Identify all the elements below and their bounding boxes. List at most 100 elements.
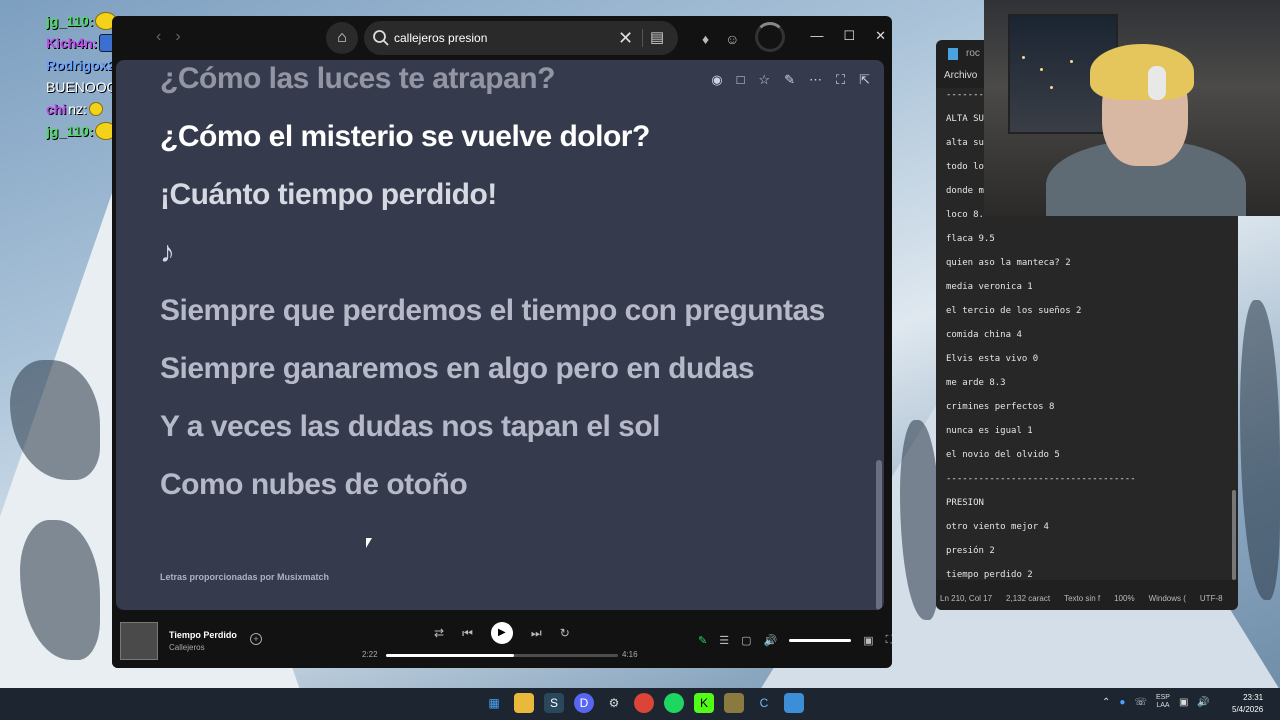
home-button[interactable]: ⌂ [326,22,358,54]
spotify-icon[interactable] [664,693,684,713]
chat-username: jg_110: [46,123,94,139]
lyric-line[interactable]: Siempre ganaremos en algo pero en dudas [160,352,755,386]
chat-username: Rodrigox2: [46,57,120,73]
lyric-line[interactable]: ¿Cómo las luces te atrapan? [160,62,555,96]
lyric-line[interactable]: ♪ [160,236,175,270]
language-indicator[interactable]: ESP LAA [1156,694,1170,710]
track-artist[interactable]: Callejeros [169,643,205,652]
chevron-up-icon[interactable]: ⌃ [1102,697,1110,708]
search-input[interactable]: callejeros presion [394,21,614,55]
browse-icon[interactable]: ▤ [650,28,664,46]
mouse-cursor-icon [366,538,372,548]
lyric-line-active[interactable]: ¿Cómo el misterio se vuelve dolor? [160,120,650,154]
start-menu-icon[interactable]: ▦ [484,693,504,713]
profile-avatar[interactable] [755,22,786,52]
notepad-line[interactable]: me arde 8.3 [946,378,1006,388]
lyric-line[interactable]: Y a veces las dudas nos tapan el sol [160,410,661,444]
notepad-line[interactable]: comida china 4 [946,330,1022,340]
chat-text: nz: [68,101,87,117]
microphone-icon[interactable]: ☏ [1134,697,1147,708]
notepad-line[interactable]: media veronica 1 [946,282,1033,292]
discord-icon[interactable]: D [574,693,594,713]
notepad-line[interactable]: PRESION [946,498,984,508]
steam-icon[interactable]: S [544,693,564,713]
game-launcher-icon[interactable] [724,693,744,713]
notepad-line[interactable]: flaca 9.5 [946,234,995,244]
back-arrow-icon[interactable]: ‹ [156,28,161,46]
lyrics-scrollbar[interactable] [876,460,882,610]
notepad-line[interactable]: tiempo perdido 2 [946,570,1033,580]
connect-device-icon[interactable]: ▢ [741,634,751,647]
notepad-line[interactable]: el tercio de los sueños 2 [946,306,1081,316]
mini-player-icon[interactable]: ▣ [863,634,873,647]
notepad-line[interactable]: otro viento mejor 4 [946,522,1049,532]
lyrics-toggle-icon[interactable]: ✎ [698,634,707,647]
time-current: 2:22 [362,650,378,659]
clock-date: 5/4/2026 [1232,705,1264,714]
clear-search-icon[interactable]: ✕ [618,28,633,49]
search-bar[interactable]: callejeros presion ✕ ▤ [364,21,678,55]
notepad-line[interactable]: ----------------------------------- [946,474,1136,484]
lang-code: ESP [1155,694,1170,701]
queue-icon[interactable]: ☰ [719,634,729,647]
chat-username: Kich4n: [46,35,98,51]
file-explorer-icon[interactable] [514,693,534,713]
nav-arrows: ‹ › [156,28,181,46]
notepad-line[interactable]: alta su [946,138,984,148]
volume-slider[interactable] [789,639,852,642]
notepad-line[interactable]: quien aso la manteca? 2 [946,258,1071,268]
fullscreen-icon[interactable]: ⇱ [859,72,870,88]
notepad-line[interactable]: todo lo [946,162,984,172]
speaker-icon[interactable]: 🔊 [1197,697,1209,708]
notepad-taskbar-icon[interactable] [784,693,804,713]
share-icon[interactable]: ☆ [758,72,770,88]
window-controls: — ☐ ✕ [810,28,886,44]
notepad-line[interactable]: presión 2 [946,546,995,556]
edit-icon[interactable]: ✎ [784,72,795,88]
notepad-line[interactable]: crimines perfectos 8 [946,402,1054,412]
expand-icon[interactable]: ⛶ [836,72,845,88]
maximize-icon[interactable]: ☐ [843,28,855,44]
app-c-icon[interactable]: C [754,693,774,713]
save-lyrics-icon[interactable]: □ [737,72,745,88]
forward-arrow-icon[interactable]: › [175,28,180,46]
lyric-line[interactable]: Siempre que perdemos el tiempo con pregu… [160,294,825,328]
notepad-line[interactable]: nunca es igual 1 [946,426,1033,436]
top-right-actions: ♦ ☺ [702,22,786,52]
lyrics-mode-icon[interactable]: ◉ [711,72,722,88]
shuffle-icon[interactable]: ⇄ [434,626,444,640]
more-options-icon[interactable]: ⋯ [809,72,822,88]
minimize-icon[interactable]: — [810,28,823,44]
progress-bar[interactable] [386,654,618,657]
notepad-tab[interactable]: roc [948,48,980,60]
volume-icon[interactable]: 🔊 [764,634,778,647]
track-title[interactable]: Tiempo Perdido [169,630,237,640]
lyric-line[interactable]: ¡Cuánto tiempo perdido! [160,178,497,212]
notepad-line[interactable]: loco 8. [946,210,984,220]
notepad-line[interactable]: Elvis esta vivo 0 [946,354,1038,364]
notepad-menu-file[interactable]: Archivo [944,70,977,81]
friend-activity-icon[interactable]: ☺ [725,31,739,47]
chrome-icon[interactable] [634,693,654,713]
taskbar-clock[interactable]: 23:31 5/4/2026 [1232,692,1263,716]
notepad-line[interactable]: ALTA SU [946,114,984,124]
add-to-library-icon[interactable]: + [250,633,262,645]
notepad-scrollbar[interactable] [1232,490,1236,580]
settings-icon[interactable]: ⚙ [604,693,624,713]
close-window-icon[interactable]: ✕ [875,28,886,44]
next-track-icon[interactable]: ⏭ [531,626,542,641]
playback-controls: ⇄ ⏮ ▶ ⏭ ↻ [434,622,570,644]
kick-icon[interactable]: K [694,693,714,713]
fullscreen-player-icon[interactable]: ⛶ [886,634,892,647]
album-cover[interactable] [120,622,158,660]
network-icon[interactable]: ▣ [1179,697,1188,708]
notepad-line[interactable]: el novio del olvido 5 [946,450,1060,460]
previous-track-icon[interactable]: ⏮ [462,626,473,641]
repeat-icon[interactable]: ↻ [560,626,570,640]
status-position: Ln 210, Col 17 [940,593,993,603]
security-icon[interactable]: ● [1119,697,1125,708]
lyric-line[interactable]: Como nubes de otoño [160,468,468,502]
play-button[interactable]: ▶ [490,622,513,644]
notepad-line[interactable]: donde m [946,186,984,196]
notifications-bell-icon[interactable]: ♦ [702,31,709,47]
